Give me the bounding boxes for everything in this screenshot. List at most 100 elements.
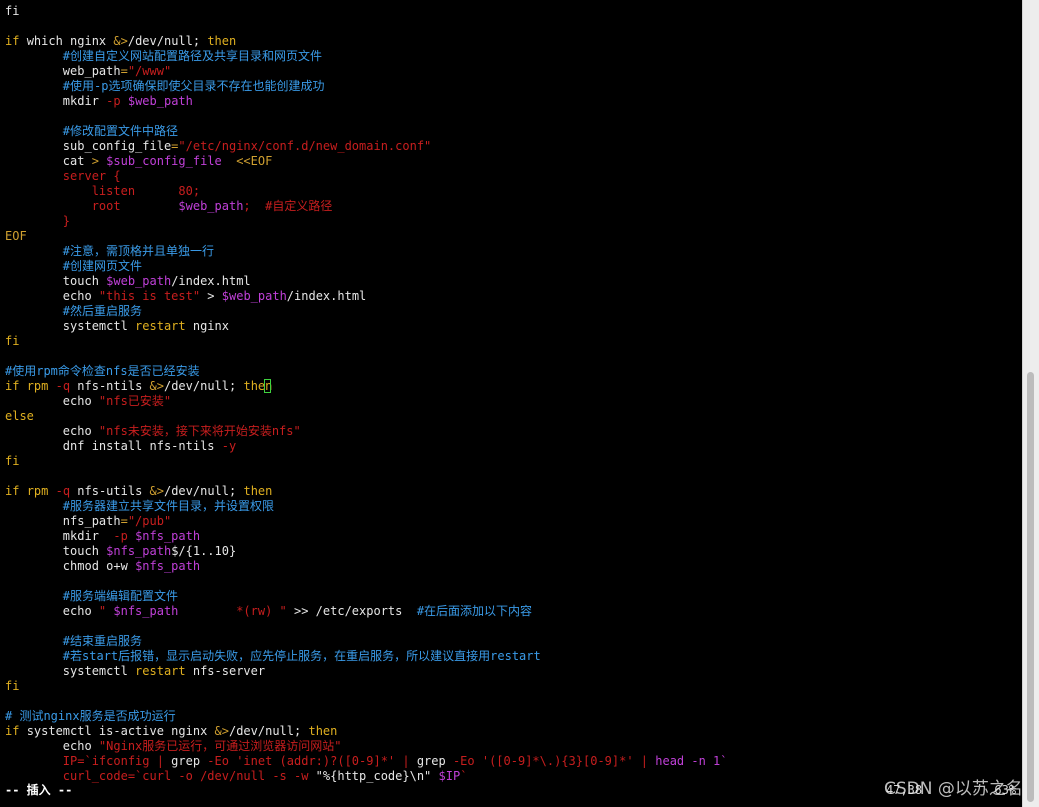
text-cursor xyxy=(264,379,271,393)
code-token: > xyxy=(200,289,222,303)
vertical-scrollbar[interactable] xyxy=(1022,0,1039,807)
code-line: touch $web_path/index.html xyxy=(5,274,251,289)
code-token: 'inet (addr:)?([0-9]*' | xyxy=(236,754,417,768)
code-token: #结束重启服务 xyxy=(5,634,143,648)
code-token: nginx xyxy=(185,319,229,333)
code-line: nfs_path="/pub" xyxy=(5,514,171,529)
code-token: #创建网页文件 xyxy=(5,259,143,273)
code-token: systemctl is-active nginx xyxy=(26,724,215,738)
code-line: #使用rpm命令检查nfs是否已经安装 xyxy=(5,364,200,379)
code-token: <<EOF xyxy=(221,154,273,168)
code-token: $sub_config_file xyxy=(106,154,222,168)
code-line: EOF xyxy=(5,229,27,244)
code-token: "nfs已安装" xyxy=(98,394,172,408)
code-line: sub_config_file="/etc/nginx/conf.d/new_d… xyxy=(5,139,431,154)
code-token: nfs-server xyxy=(185,664,266,678)
code-token: -Eo xyxy=(452,754,482,768)
code-token: *(rw) " xyxy=(178,604,287,618)
code-line: root $web_path; #自定义路径 xyxy=(5,199,333,214)
code-line: if which nginx &>/dev/null; then xyxy=(5,34,236,49)
code-token: $web_path xyxy=(178,199,244,213)
code-token: mkdir xyxy=(5,94,107,108)
code-token: /index.html xyxy=(286,289,367,303)
code-token: "/etc/nginx/conf.d/new_domain.conf" xyxy=(178,139,432,153)
code-token: echo xyxy=(5,604,99,618)
code-line: listen 80; xyxy=(5,184,200,199)
code-token: fi xyxy=(5,679,20,693)
code-line: #服务端编辑配置文件 xyxy=(5,589,178,604)
code-line: echo "this is test" > $web_path/index.ht… xyxy=(5,289,366,304)
code-token: #修改配置文件中路径 xyxy=(5,124,179,138)
code-line: #使用-p选项确保即使父目录不存在也能创建成功 xyxy=(5,79,325,94)
code-line: echo "Nginx服务已运行，可通过浏览器访问网站" xyxy=(5,739,342,754)
code-line: fi xyxy=(5,454,19,469)
code-token: $nfs_path xyxy=(135,529,201,543)
code-token: root xyxy=(5,199,179,213)
code-line: fi xyxy=(5,4,19,19)
code-token: #自定义路径 xyxy=(265,199,333,213)
code-token: EOF xyxy=(5,229,27,243)
code-line: fi xyxy=(5,679,19,694)
code-line: mkdir -p $web_path xyxy=(5,94,193,109)
code-token: $nfs_path xyxy=(113,604,179,618)
code-line: } xyxy=(5,214,70,229)
code-token: which nginx xyxy=(26,34,114,48)
code-line: # 测试nginx服务是否成功运行 xyxy=(5,709,176,724)
code-token: -p xyxy=(106,94,128,108)
code-token: fi xyxy=(5,4,20,18)
code-token: systemctl xyxy=(5,664,136,678)
code-line: fi xyxy=(5,334,19,349)
code-token: $web_path xyxy=(106,274,172,288)
vim-mode-indicator: -- 插入 -- xyxy=(5,783,73,797)
code-token: head -n 1` xyxy=(655,754,728,768)
code-token: > xyxy=(91,154,107,168)
code-token: echo xyxy=(5,424,99,438)
scrollbar-thumb[interactable] xyxy=(1027,372,1034,802)
code-token: mkdir xyxy=(5,529,114,543)
terminal-editor[interactable]: fi if which nginx &>/dev/null; then #创建自定… xyxy=(0,0,1022,807)
code-line: chmod o+w $nfs_path xyxy=(5,559,200,574)
code-token: then xyxy=(308,724,338,738)
code-token: ; xyxy=(243,199,266,213)
code-token: /dev/null; xyxy=(163,484,244,498)
code-token: ` xyxy=(460,769,468,783)
code-line: systemctl restart nginx xyxy=(5,319,229,334)
code-token: server { xyxy=(5,169,121,183)
code-token: cat xyxy=(5,154,92,168)
code-token: =`ifconfig | xyxy=(77,754,172,768)
code-token: #创建自定义网站配置路径及共享目录和网页文件 xyxy=(5,49,323,63)
code-token: rpm xyxy=(26,379,56,393)
code-token: $/{1..10} xyxy=(171,544,237,558)
code-token: "/www" xyxy=(127,64,172,78)
code-token: } xyxy=(5,214,71,228)
code-line: server { xyxy=(5,169,121,184)
code-line: #然后重启服务 xyxy=(5,304,142,319)
code-token: restart xyxy=(135,319,186,333)
code-token: else xyxy=(5,409,34,423)
code-token: /dev/null; xyxy=(228,724,309,738)
code-token: #使用-p选项确保即使父目录不存在也能创建成功 xyxy=(5,79,325,93)
code-line: #注意，需顶格并且单独一行 xyxy=(5,244,214,259)
code-token: #服务器建立共享文件目录，并设置权限 xyxy=(5,499,275,513)
code-token: restart xyxy=(135,664,186,678)
code-token: =`curl -o /dev/null -s -w xyxy=(127,769,316,783)
code-token: grep xyxy=(171,754,208,768)
code-token: nfs-ntils xyxy=(77,379,150,393)
code-token: grep xyxy=(416,754,453,768)
code-line: cat > $sub_config_file <<EOF xyxy=(5,154,273,169)
code-token: if xyxy=(5,724,27,738)
code-line: web_path="/www" xyxy=(5,64,171,79)
watermark: CSDN @以苏之名 xyxy=(884,779,1023,799)
code-token: then xyxy=(243,484,273,498)
code-token: -p xyxy=(113,529,136,543)
code-token: # 测试nginx服务是否成功运行 xyxy=(5,709,176,723)
code-token: &> xyxy=(214,724,229,738)
code-token: if xyxy=(5,484,27,498)
code-token: #使用rpm命令检查nfs是否已经安装 xyxy=(5,364,200,378)
code-token: -q xyxy=(55,379,78,393)
code-token: -Eo xyxy=(207,754,237,768)
code-token: "this is test" xyxy=(98,289,201,303)
code-token: #注意，需顶格并且单独一行 xyxy=(5,244,215,258)
code-token: o+w xyxy=(106,559,136,573)
code-token: "nfs未安装，接下来将开始安装nfs" xyxy=(98,424,301,438)
